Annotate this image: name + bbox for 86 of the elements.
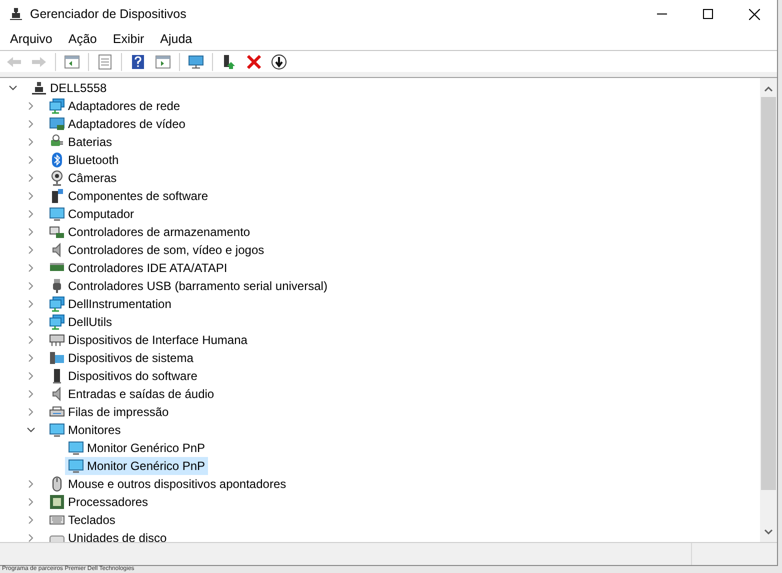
tree-item[interactable]: Computador — [46, 205, 138, 223]
tree-item[interactable]: Controladores de armazenamento — [46, 223, 254, 241]
expand-chevron-icon[interactable] — [27, 210, 35, 218]
tree-item[interactable]: Filas de impressão — [46, 403, 172, 421]
collapse-chevron-icon[interactable] — [27, 426, 35, 434]
keyboard-device-icon — [49, 332, 65, 348]
close-icon — [748, 8, 760, 20]
tree-item[interactable]: Controladores USB (barramento serial universal) — [46, 277, 330, 295]
software-component-icon — [49, 188, 65, 204]
menu-item[interactable]: Ajuda — [152, 28, 200, 50]
processor-icon — [49, 494, 65, 510]
help-icon — [130, 54, 146, 70]
tree-item[interactable]: Monitores — [46, 421, 124, 439]
panel-icon — [64, 54, 80, 70]
webcam-icon — [49, 170, 65, 186]
delete-icon — [246, 54, 262, 70]
expand-chevron-icon[interactable] — [27, 120, 35, 128]
collapse-chevron-icon[interactable] — [9, 84, 17, 92]
expand-chevron-icon[interactable] — [27, 498, 35, 506]
expand-chevron-icon[interactable] — [27, 354, 35, 362]
expand-chevron-icon[interactable] — [27, 390, 35, 398]
display-card-icon — [49, 116, 65, 132]
expand-chevron-icon[interactable] — [27, 516, 35, 524]
tree-item[interactable]: Unidades de disco — [46, 529, 170, 542]
monitor-icon — [68, 458, 84, 474]
vertical-scrollbar[interactable] — [760, 78, 777, 542]
expand-chevron-icon[interactable] — [27, 192, 35, 200]
tree-item[interactable]: Dispositivos de sistema — [46, 349, 196, 367]
network-monitor-icon — [49, 296, 65, 312]
system-folder-icon — [49, 350, 65, 366]
tree-item[interactable]: DELL5558 — [28, 79, 110, 97]
tree-item[interactable]: Baterias — [46, 133, 116, 151]
network-monitor-icon — [49, 314, 65, 330]
tree-item[interactable]: Entradas e saídas de áudio — [46, 385, 218, 403]
expand-chevron-icon[interactable] — [27, 372, 35, 380]
scrollbar-thumb[interactable] — [761, 97, 776, 490]
tree-item[interactable]: Câmeras — [46, 169, 120, 187]
expand-chevron-icon[interactable] — [27, 102, 35, 110]
tree-item[interactable]: DellInstrumentation — [46, 295, 174, 313]
tree-item[interactable]: Mouse e outros dispositivos apontadores — [46, 475, 290, 493]
scroll-down-icon[interactable] — [764, 529, 773, 535]
tree-item[interactable]: Teclados — [46, 511, 118, 529]
expand-chevron-icon[interactable] — [27, 318, 35, 326]
storage-controller-icon — [49, 224, 65, 240]
expand-chevron-icon[interactable] — [27, 480, 35, 488]
monitor-icon — [49, 422, 65, 438]
tree-item[interactable]: Monitor Genérico PnP — [65, 439, 208, 457]
expand-chevron-icon[interactable] — [27, 300, 35, 308]
expand-chevron-icon[interactable] — [27, 408, 35, 416]
bluetooth-icon — [49, 152, 65, 168]
tree-item[interactable]: Adaptadores de rede — [46, 97, 184, 115]
maximize-icon — [703, 9, 713, 19]
computer-icon — [31, 80, 47, 96]
network-monitor-icon — [49, 98, 65, 114]
expand-chevron-icon[interactable] — [27, 282, 35, 290]
scroll-up-icon[interactable] — [764, 86, 773, 92]
expand-chevron-icon[interactable] — [27, 534, 35, 542]
expand-chevron-icon[interactable] — [27, 174, 35, 182]
device-up-arrow-icon — [221, 54, 237, 70]
document-icon — [97, 54, 113, 70]
monitor-icon — [49, 206, 65, 222]
tree-item[interactable]: Controladores de som, vídeo e jogos — [46, 241, 268, 259]
menu-item[interactable]: Exibir — [104, 28, 152, 50]
tree-item[interactable]: Processadores — [46, 493, 152, 511]
expand-chevron-icon[interactable] — [27, 264, 35, 272]
tree-item[interactable]: Monitor Genérico PnP — [65, 457, 208, 475]
expand-chevron-icon[interactable] — [27, 246, 35, 254]
window-title: Gerenciador de Dispositivos — [30, 6, 186, 23]
menu-item[interactable]: Ação — [60, 28, 105, 50]
tree-item[interactable]: Dispositivos do software — [46, 367, 200, 385]
panel-icon — [155, 54, 171, 70]
tree-item[interactable]: Componentes de software — [46, 187, 212, 205]
monitor-icon — [68, 440, 84, 456]
monitor-icon — [188, 54, 204, 70]
expand-chevron-icon[interactable] — [27, 156, 35, 164]
tree-item[interactable]: Dispositivos de Interface Humana — [46, 331, 250, 349]
expand-chevron-icon[interactable] — [27, 336, 35, 344]
tree-item[interactable]: Adaptadores de vídeo — [46, 115, 188, 133]
tree-item[interactable]: DellUtils — [46, 313, 116, 331]
menu-item[interactable]: Arquivo — [2, 28, 60, 50]
tree-item[interactable]: Bluetooth — [46, 151, 122, 169]
expand-chevron-icon[interactable] — [27, 228, 35, 236]
app-icon — [9, 7, 23, 21]
down-arrow-circle-icon — [271, 54, 287, 70]
expand-chevron-icon[interactable] — [27, 138, 35, 146]
tree-item[interactable]: Controladores IDE ATA/ATAPI — [46, 259, 230, 277]
